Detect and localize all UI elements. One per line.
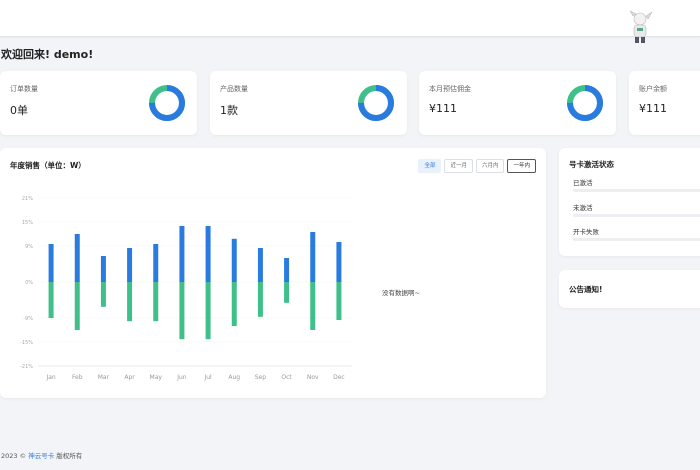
stat-label: 账户余额 xyxy=(639,85,667,93)
bar xyxy=(74,234,80,282)
x-tick-label: May xyxy=(150,374,163,381)
donut-chart xyxy=(567,85,603,121)
footer-prefix: 2023 © xyxy=(1,452,27,460)
y-tick-label: -9% xyxy=(23,316,33,322)
y-tick-label: -15% xyxy=(20,340,33,346)
bar xyxy=(179,282,185,340)
status-progress-bar xyxy=(573,189,700,192)
x-tick-label: Jul xyxy=(203,374,212,381)
status-not-activated: 未激活 xyxy=(573,204,593,212)
stat-value: ¥111 xyxy=(429,102,457,115)
stat-card-commission: 本月预估佣金 ¥111 xyxy=(419,71,616,135)
bar xyxy=(127,248,133,282)
stat-label: 产品数量 xyxy=(220,85,248,93)
top-navbar xyxy=(0,0,700,43)
notice-title: 公告通知! xyxy=(569,285,603,294)
welcome-message: 欢迎回来! demo! xyxy=(1,48,94,61)
x-tick-label: Aug xyxy=(228,374,240,381)
footer: 2023 © 神云号卡 版权所有 xyxy=(1,450,82,460)
bar xyxy=(100,256,106,282)
x-tick-label: Nov xyxy=(307,374,319,381)
x-tick-label: Apr xyxy=(124,374,135,381)
bar xyxy=(284,258,290,282)
y-tick-label: 0% xyxy=(25,280,33,286)
y-tick-label: 9% xyxy=(25,244,33,250)
x-tick-label: Feb xyxy=(72,374,83,381)
stat-card-balance: 账户余额 ¥111 xyxy=(629,71,700,135)
user-avatar[interactable] xyxy=(628,10,654,46)
bar xyxy=(205,282,211,340)
bar xyxy=(257,248,263,282)
sales-panel: 年度销售（单位：W） 全部 近一月 六月内 一年内 21% 15% 9% 0% -9% -… xyxy=(0,148,546,398)
bar xyxy=(153,244,159,282)
bar xyxy=(231,238,237,282)
y-tick-label: -21% xyxy=(20,364,33,370)
bar xyxy=(336,242,342,282)
bar xyxy=(48,244,54,282)
bar xyxy=(48,282,54,318)
bar xyxy=(257,282,263,317)
notice-panel: 公告通知! xyxy=(559,270,700,308)
bar xyxy=(153,282,159,322)
y-tick-label: 15% xyxy=(22,220,33,226)
bar xyxy=(179,226,185,282)
activation-title: 号卡激活状态 xyxy=(569,160,614,169)
stat-card-orders: 订单数量 0单 xyxy=(0,71,197,135)
stat-value: ¥111 xyxy=(639,102,667,115)
x-tick-label: Jan xyxy=(45,374,55,381)
status-failed: 开卡失败 xyxy=(573,228,599,236)
bar xyxy=(231,282,237,326)
stat-card-products: 产品数量 1款 xyxy=(210,71,407,135)
footer-link[interactable]: 神云号卡 xyxy=(28,452,54,460)
stat-label: 订单数量 xyxy=(10,85,38,93)
bar xyxy=(336,282,342,320)
x-tick-label: Dec xyxy=(333,374,345,381)
bar xyxy=(310,282,316,330)
donut-chart xyxy=(149,85,185,121)
stat-value: 0单 xyxy=(10,104,28,117)
bar xyxy=(205,226,211,282)
no-data-text: 没有数据啊~ xyxy=(382,289,420,297)
bar xyxy=(127,282,133,322)
x-tick-label: Mar xyxy=(98,374,110,381)
status-activated: 已激活 xyxy=(573,179,593,187)
sales-bar-chart: 21% 15% 9% 0% -9% -15% -21% Jan Feb Mar Apr May Jun J… xyxy=(20,196,352,381)
status-progress-bar xyxy=(573,238,700,241)
footer-suffix: 版权所有 xyxy=(56,452,83,460)
x-tick-label: Jun xyxy=(176,374,187,381)
bar xyxy=(310,232,316,282)
status-progress-bar xyxy=(573,214,700,217)
bar xyxy=(100,282,106,307)
bar xyxy=(74,282,80,330)
x-tick-label: Oct xyxy=(281,374,292,381)
y-tick-label: 21% xyxy=(22,196,33,202)
stat-label: 本月预估佣金 xyxy=(429,85,471,93)
activation-panel: 号卡激活状态 已激活 未激活 开卡失败 xyxy=(559,148,700,256)
x-tick-label: Sep xyxy=(255,374,267,381)
stat-value: 1款 xyxy=(220,104,238,117)
bar xyxy=(284,282,290,303)
donut-chart xyxy=(358,85,394,121)
